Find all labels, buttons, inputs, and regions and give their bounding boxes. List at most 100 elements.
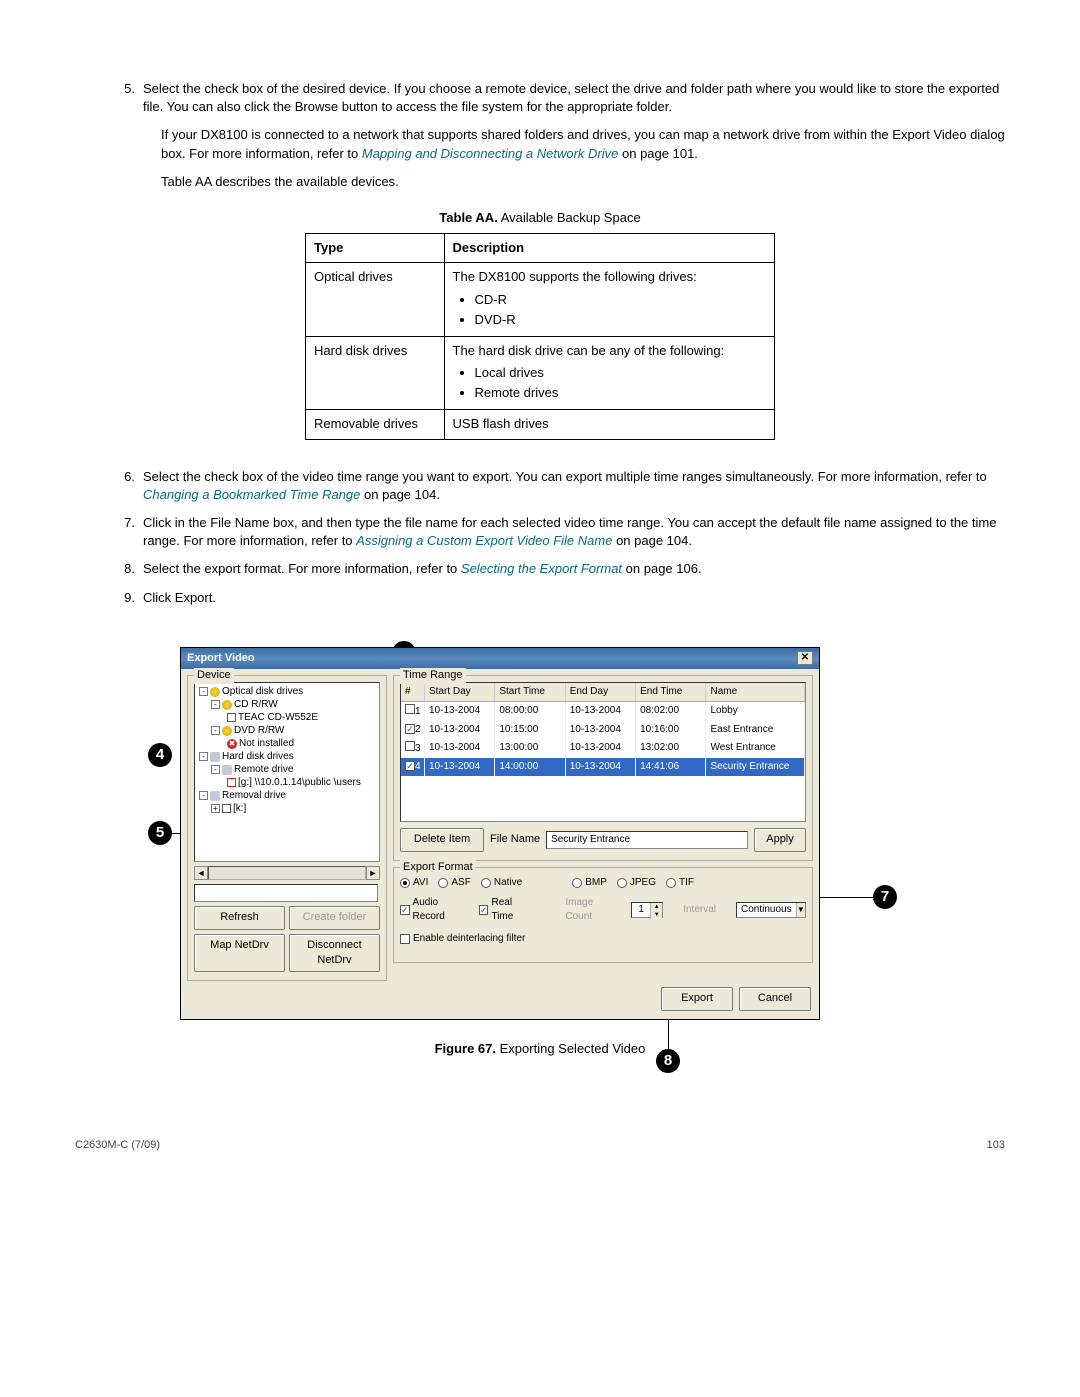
time-range-grid[interactable]: # Start Day Start Time End Day End Time … [400, 682, 806, 822]
scroll-right-icon[interactable]: ► [366, 866, 380, 880]
filename-input[interactable]: Security Entrance [546, 831, 748, 849]
radio-native[interactable]: Native [481, 876, 522, 890]
disconnect-netdrv-button[interactable]: Disconnect NetDrv [289, 934, 380, 973]
step-5-table-ref: Table AA describes the available devices… [161, 173, 1005, 191]
tree-item[interactable]: Removal drive [222, 789, 286, 802]
refresh-button[interactable]: Refresh [194, 906, 285, 929]
delete-item-button[interactable]: Delete Item [400, 828, 484, 851]
caption-bold: Figure 67. [435, 1041, 496, 1056]
tree-item[interactable]: Not installed [239, 737, 294, 750]
checkbox-real-time[interactable]: ✓Real Time [479, 896, 525, 924]
create-folder-button[interactable]: Create folder [289, 906, 380, 929]
scroll-track[interactable] [208, 866, 366, 880]
tree-scrollbar[interactable]: ◄ ► [194, 866, 380, 880]
step-text: Select the check box of the video time r… [143, 468, 1005, 504]
step-text: Select the check box of the desired devi… [143, 80, 1005, 116]
cancel-button[interactable]: Cancel [739, 987, 811, 1010]
table-row[interactable]: ✓210-13-200410:15:0010-13-200410:16:00Ea… [401, 721, 805, 739]
col-endtime[interactable]: End Time [636, 683, 706, 701]
dialog-titlebar[interactable]: Export Video ✕ [181, 648, 819, 669]
label: JPEG [630, 876, 656, 890]
filename-value: Security Entrance [551, 833, 630, 847]
link-changing-bookmarked-time-range[interactable]: Changing a Bookmarked Time Range [143, 487, 360, 502]
radio-jpeg[interactable]: JPEG [617, 876, 656, 890]
interval-combo[interactable]: Continuous▼ [736, 902, 806, 918]
step-number: 5. [75, 80, 143, 116]
checkbox-deinterlace[interactable]: Enable deinterlacing filter [400, 932, 525, 946]
cell-desc: The DX8100 supports the following drives… [444, 263, 774, 337]
table-row: Removable drives USB flash drives [306, 410, 775, 439]
tree-item[interactable]: DVD R/RW [234, 724, 284, 737]
tree-item[interactable]: CD R/RW [234, 698, 278, 711]
tree-item[interactable]: Optical disk drives [222, 685, 303, 698]
tree-item[interactable]: TEAC CD-W552E [238, 711, 318, 724]
step-number: 7. [75, 514, 143, 550]
radio-avi[interactable]: AVI [400, 876, 428, 890]
tree-item[interactable]: [g:] \\10.0.1.14\public \users [238, 776, 361, 789]
text: on page 104. [616, 533, 692, 548]
export-button[interactable]: Export [661, 987, 733, 1010]
panel-title: Export Format [400, 860, 476, 875]
link-selecting-export-format[interactable]: Selecting the Export Format [461, 561, 622, 576]
checkbox-audio-record[interactable]: ✓Audio Record [400, 896, 459, 924]
tree-item[interactable]: Remote drive [234, 763, 293, 776]
row-checkbox[interactable] [405, 704, 415, 714]
th-type: Type [306, 234, 445, 263]
link-mapping-network-drive[interactable]: Mapping and Disconnecting a Network Driv… [362, 146, 619, 161]
link-assigning-custom-filename[interactable]: Assigning a Custom Export Video File Nam… [356, 533, 612, 548]
row-checkbox[interactable]: ✓ [405, 724, 415, 734]
export-format-panel: Export Format AVI ASF Native BMP JPEG TI… [393, 867, 813, 963]
text: on page 104. [364, 487, 440, 502]
cell-startday: 10-13-2004 [425, 739, 495, 758]
cell-startday: 10-13-2004 [425, 702, 495, 721]
path-input[interactable] [194, 884, 378, 902]
table-aa: Type Description Optical drives The DX81… [305, 233, 775, 440]
cell-starttime: 08:00:00 [495, 702, 565, 721]
device-tree[interactable]: -Optical disk drives -CD R/RW TEAC CD-W5… [194, 682, 380, 862]
step-9: 9. Click Export. [75, 589, 1005, 607]
radio-tif[interactable]: TIF [666, 876, 694, 890]
spin-up-icon[interactable]: ▲ [650, 903, 662, 911]
text: The DX8100 supports the following drives… [453, 269, 697, 284]
panel-title: Device [194, 668, 234, 683]
cell-endtime: 13:02:00 [636, 739, 706, 758]
tree-item[interactable]: [k:] [233, 802, 246, 815]
cell-starttime: 13:00:00 [495, 739, 565, 758]
table-row[interactable]: ✓410-13-200414:00:0010-13-200414:41:06Se… [401, 758, 805, 776]
col-name[interactable]: Name [706, 683, 805, 701]
time-range-panel: Time Range # Start Day Start Time End Da… [393, 675, 813, 860]
interval-label: Interval [683, 903, 716, 917]
apply-button[interactable]: Apply [754, 828, 806, 851]
map-netdrv-button[interactable]: Map NetDrv [194, 934, 285, 973]
row-checkbox[interactable]: ✓ [405, 761, 415, 771]
cell-name: East Entrance [706, 721, 805, 739]
footer-right: 103 [987, 1138, 1005, 1153]
col-num[interactable]: # [401, 683, 425, 701]
table-row[interactable]: 310-13-200413:00:0010-13-200413:02:00Wes… [401, 739, 805, 758]
list-item: CD-R [475, 291, 766, 309]
caption-text: Available Backup Space [498, 210, 641, 225]
scroll-left-icon[interactable]: ◄ [194, 866, 208, 880]
cell-name: Security Entrance [706, 758, 805, 776]
label: ASF [451, 876, 470, 890]
col-startday[interactable]: Start Day [425, 683, 495, 701]
callout-4: 4 [148, 743, 172, 767]
col-starttime[interactable]: Start Time [495, 683, 565, 701]
radio-asf[interactable]: ASF [438, 876, 470, 890]
row-checkbox[interactable] [405, 741, 415, 751]
close-icon[interactable]: ✕ [797, 651, 813, 665]
table-row[interactable]: 110-13-200408:00:0010-13-200408:02:00Lob… [401, 702, 805, 721]
tree-item[interactable]: Hard disk drives [222, 750, 294, 763]
radio-bmp[interactable]: BMP [572, 876, 607, 890]
value: 1 [632, 903, 650, 917]
step-number: 8. [75, 560, 143, 578]
spin-down-icon[interactable]: ▼ [650, 911, 662, 919]
label: Native [494, 876, 522, 890]
col-endday[interactable]: End Day [566, 683, 636, 701]
image-count-stepper[interactable]: 1▲▼ [631, 902, 663, 918]
caption-bold: Table AA. [439, 210, 498, 225]
value: Continuous [737, 903, 796, 917]
cell-startday: 10-13-2004 [425, 721, 495, 739]
chevron-down-icon[interactable]: ▼ [796, 903, 805, 917]
cell-type: Hard disk drives [306, 336, 445, 410]
